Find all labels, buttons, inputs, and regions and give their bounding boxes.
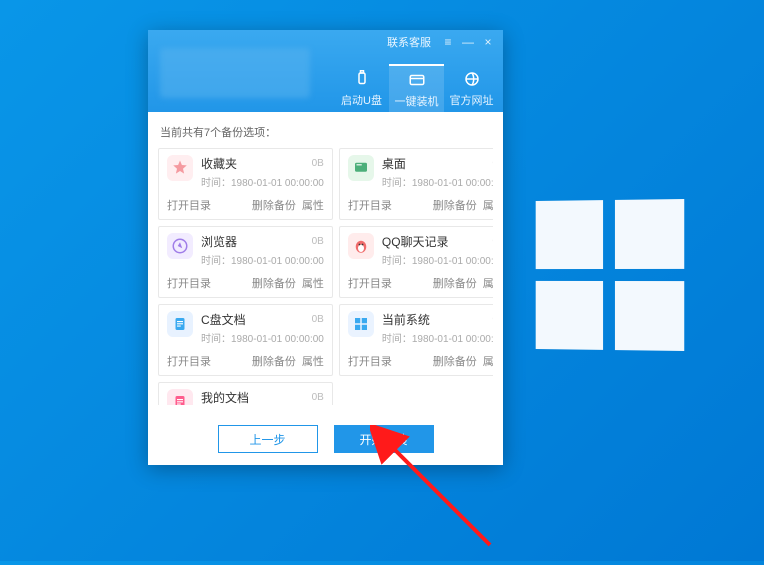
minimize-button[interactable]: — — [459, 34, 477, 50]
backup-card-brow: 浏览器 0B 时间：1980-01-01 00:00:00 打开目录 删除备份 … — [158, 226, 333, 298]
delete-backup-link[interactable]: 删除备份 — [433, 353, 477, 369]
delete-backup-link[interactable]: 删除备份 — [433, 275, 477, 291]
start-install-button[interactable]: 开始安装 — [334, 425, 434, 453]
app-logo — [160, 48, 310, 98]
mydoc-icon — [167, 389, 193, 405]
card-size: 0B — [312, 392, 324, 403]
close-button[interactable]: × — [479, 34, 497, 50]
backup-cards-grid: 收藏夹 0B 时间：1980-01-01 00:00:00 打开目录 删除备份 … — [158, 148, 493, 405]
card-title: 浏览器 — [201, 233, 237, 250]
open-dir-link[interactable]: 打开目录 — [348, 197, 392, 213]
open-dir-link[interactable]: 打开目录 — [167, 353, 211, 369]
card-time: 时间：1980-01-01 00:00:00 — [382, 252, 493, 267]
sys-icon — [348, 311, 374, 337]
usb-icon — [352, 69, 372, 89]
properties-link[interactable]: 属性 — [302, 197, 324, 213]
backup-card-mydoc: 我的文档 0B 时间：1980-01-01 00:00:00 打开目录 删除备份… — [158, 382, 333, 405]
delete-backup-link[interactable]: 删除备份 — [252, 197, 296, 213]
windows-background-logo — [536, 199, 685, 351]
card-title: 当前系统 — [382, 311, 430, 328]
open-dir-link[interactable]: 打开目录 — [348, 353, 392, 369]
qq-icon — [348, 233, 374, 259]
card-size: 0B — [312, 314, 324, 325]
delete-backup-link[interactable]: 删除备份 — [252, 275, 296, 291]
backup-card-cdoc: C盘文档 0B 时间：1980-01-01 00:00:00 打开目录 删除备份… — [158, 304, 333, 376]
card-time: 时间：1980-01-01 00:00:00 — [201, 252, 324, 267]
tab-onekey-install[interactable]: 一键装机 — [389, 64, 444, 112]
ie-icon — [462, 69, 482, 89]
card-title: 桌面 — [382, 155, 406, 172]
contact-link[interactable]: 联系客服 — [387, 34, 431, 50]
brow-icon — [167, 233, 193, 259]
open-dir-link[interactable]: 打开目录 — [348, 275, 392, 291]
open-dir-link[interactable]: 打开目录 — [167, 197, 211, 213]
card-size: 0B — [312, 158, 324, 169]
install-icon — [407, 70, 427, 90]
card-title: C盘文档 — [201, 311, 246, 328]
card-size: 0B — [312, 236, 324, 247]
backup-card-qq: QQ聊天记录 0B 时间：1980-01-01 00:00:00 打开目录 删除… — [339, 226, 493, 298]
delete-backup-link[interactable]: 删除备份 — [433, 197, 477, 213]
properties-link[interactable]: 属性 — [302, 353, 324, 369]
footer: 上一步 开始安装 — [148, 413, 503, 465]
delete-backup-link[interactable]: 删除备份 — [252, 353, 296, 369]
properties-link[interactable]: 属性 — [483, 275, 493, 291]
card-title: 收藏夹 — [201, 155, 237, 172]
app-window: 联系客服 ≡ — × 启动U盘 一键装机 — [148, 30, 503, 465]
open-dir-link[interactable]: 打开目录 — [167, 275, 211, 291]
card-size: 0B — [492, 314, 493, 325]
desk-icon — [348, 155, 374, 181]
properties-link[interactable]: 属性 — [302, 275, 324, 291]
properties-link[interactable]: 属性 — [483, 353, 493, 369]
card-title: 我的文档 — [201, 389, 249, 405]
tab-official-website[interactable]: 官方网址 — [444, 64, 499, 112]
content-area: 当前共有7个备份选项： 收藏夹 0B 时间：1980-01-01 00:00:0… — [148, 112, 503, 413]
card-time: 时间：1980-01-01 00:00:00 — [201, 174, 324, 189]
cdoc-icon — [167, 311, 193, 337]
fav-icon — [167, 155, 193, 181]
menu-button[interactable]: ≡ — [439, 34, 457, 50]
tab-label: 一键装机 — [395, 93, 439, 109]
tab-label: 启动U盘 — [341, 92, 382, 108]
backup-count-label: 当前共有7个备份选项： — [158, 120, 493, 148]
backup-card-sys: 当前系统 0B 时间：1980-01-01 00:00:00 打开目录 删除备份… — [339, 304, 493, 376]
tabs: 启动U盘 一键装机 官方网址 — [334, 64, 499, 112]
card-size: 0B — [492, 236, 493, 247]
prev-button[interactable]: 上一步 — [218, 425, 318, 453]
card-time: 时间：1980-01-01 00:00:00 — [382, 174, 493, 189]
card-size: 0B — [492, 158, 493, 169]
backup-card-fav: 收藏夹 0B 时间：1980-01-01 00:00:00 打开目录 删除备份 … — [158, 148, 333, 220]
tab-label: 官方网址 — [450, 92, 494, 108]
card-time: 时间：1980-01-01 00:00:00 — [201, 330, 324, 345]
header: 联系客服 ≡ — × 启动U盘 一键装机 — [148, 30, 503, 112]
properties-link[interactable]: 属性 — [483, 197, 493, 213]
tab-usb-boot[interactable]: 启动U盘 — [334, 64, 389, 112]
card-time: 时间：1980-01-01 00:00:00 — [382, 330, 493, 345]
backup-card-desk: 桌面 0B 时间：1980-01-01 00:00:00 打开目录 删除备份 属… — [339, 148, 493, 220]
card-title: QQ聊天记录 — [382, 233, 449, 250]
